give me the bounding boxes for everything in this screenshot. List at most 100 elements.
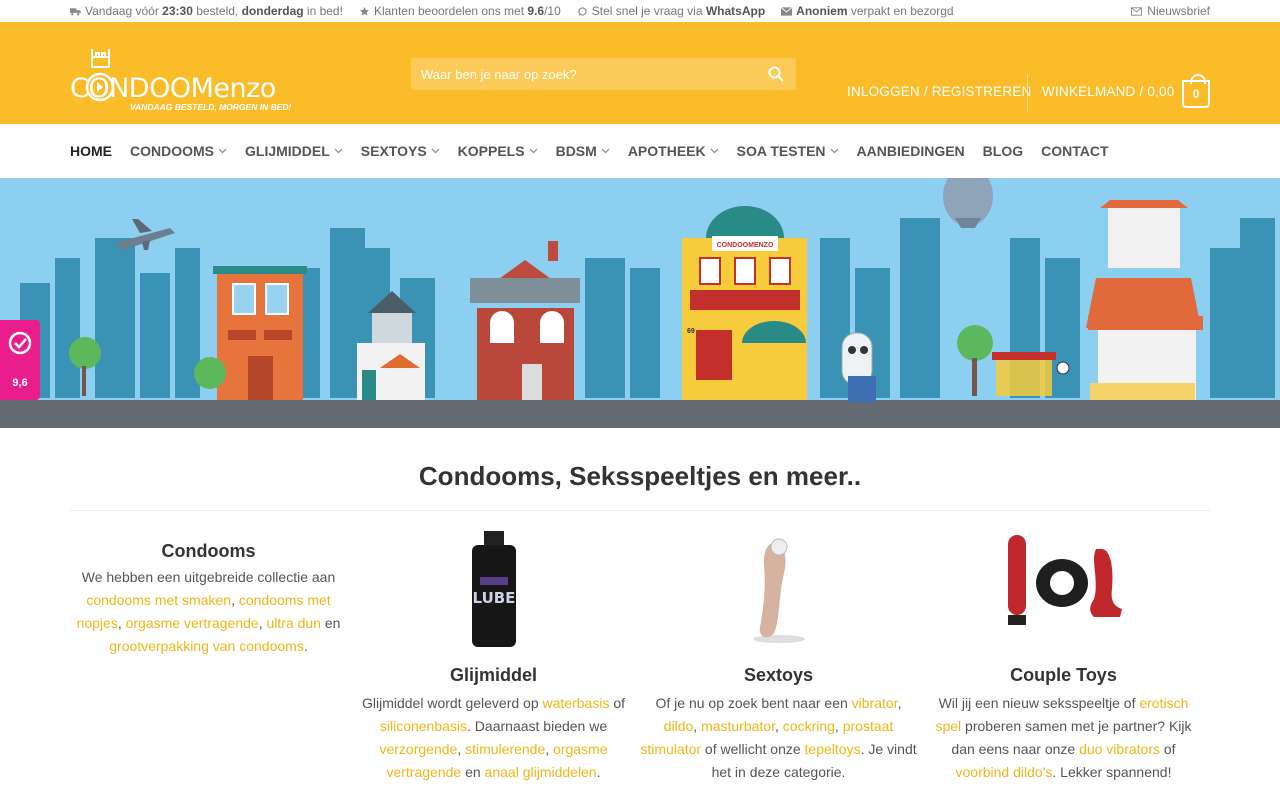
category-title: Condooms: [161, 541, 256, 561]
review-badge[interactable]: 9,6: [0, 320, 40, 400]
nav-item-label: CONDOOMS: [130, 143, 214, 159]
category-text: Glijmiddel wordt geleverd op waterbasis …: [361, 695, 626, 780]
city-illustration: CONDOOMENZO 69: [0, 178, 1280, 428]
cart-link[interactable]: WINKELMAND / 0,00: [1042, 84, 1174, 99]
logo-tagline: VANDAAG BESTELD, MORGEN IN BED!: [130, 102, 292, 112]
envelope-outline-icon: [1131, 6, 1143, 16]
star-icon: [359, 6, 369, 16]
nav-item-bdsm[interactable]: BDSM: [556, 143, 610, 159]
house-number: 69: [687, 328, 695, 335]
link-duo-vibrators[interactable]: duo vibrators: [1079, 741, 1160, 757]
category-couple-toys: Couple Toys Wil jij een nieuw seksspeelt…: [925, 511, 1202, 784]
logo-wordmark: CONDOOMenzo: [70, 73, 276, 104]
category-text: Of je nu op zoek bent naar een vibrator,…: [640, 695, 917, 780]
svg-text:LUBE: LUBE: [472, 589, 515, 607]
nav-item-label: SEXTOYS: [360, 143, 427, 159]
delivery-info: Vandaag vóór 23:30 besteld, donderdag in…: [70, 4, 343, 18]
envelope-icon: [781, 6, 793, 16]
couple-toys-image[interactable]: [1004, 531, 1124, 651]
brick-house: [470, 241, 580, 400]
login-register-link[interactable]: INLOGGEN / REGISTREREN: [847, 84, 1031, 99]
header-divider: [1027, 74, 1028, 112]
shop-sign: CONDOOMENZO: [717, 242, 774, 249]
nav-item-contact[interactable]: CONTACT: [1041, 143, 1108, 159]
orange-house: [213, 266, 307, 400]
cart-count-icon[interactable]: 0: [1182, 74, 1210, 108]
chevron-down-icon: [334, 148, 343, 154]
hot-air-balloon-illustration: [943, 178, 993, 228]
chevron-down-icon: [601, 148, 610, 154]
nav-item-label: SOA TESTEN: [736, 143, 826, 159]
sextoy-image[interactable]: [719, 531, 839, 651]
nav-item-label: HOME: [70, 143, 112, 159]
category-columns: Condooms We hebben een uitgebreide colle…: [70, 511, 1210, 784]
white-house-right: [1086, 200, 1203, 400]
whatsapp-icon: [578, 6, 587, 16]
whatsapp-info[interactable]: Stel snel je vraag via WhatsApp: [577, 4, 765, 18]
link-stimulerende[interactable]: stimulerende: [465, 741, 545, 757]
anonymous-info: Anoniem verpakt en bezorgd: [781, 4, 954, 18]
search-icon: [768, 66, 784, 82]
nav-item-glijmiddel[interactable]: GLIJMIDDEL: [245, 143, 343, 159]
kiyoh-check-icon: [8, 331, 32, 355]
search-input[interactable]: [421, 66, 766, 82]
link-ultra-dun[interactable]: ultra dun: [266, 615, 320, 631]
link-cockring[interactable]: cockring: [783, 718, 835, 734]
category-title: Couple Toys: [1010, 665, 1117, 685]
nav-item-koppels[interactable]: KOPPELS: [458, 143, 538, 159]
chevron-down-icon: [830, 148, 838, 154]
link-condooms-met-smaken[interactable]: condooms met smaken: [86, 592, 231, 608]
link-vibrator[interactable]: vibrator: [852, 695, 898, 711]
link-verzorgende[interactable]: verzorgende: [379, 741, 457, 757]
category-text: Wil jij een nieuw seksspeeltje of erotis…: [935, 695, 1192, 780]
top-info-bar: Vandaag vóór 23:30 besteld, donderdag in…: [0, 0, 1280, 22]
link-grootverpakking[interactable]: grootverpakking van condooms: [109, 638, 304, 654]
nav-item-apotheek[interactable]: APOTHEEK: [628, 143, 719, 159]
category-title: Glijmiddel: [449, 665, 537, 685]
nav-item-condooms[interactable]: CONDOOMS: [130, 143, 227, 159]
condoomenzo-shop: CONDOOMENZO 69: [682, 206, 807, 400]
newsletter-link[interactable]: Nieuwsbrief: [1131, 4, 1210, 18]
review-info: Klanten beoordelen ons met 9.6/10: [359, 4, 561, 18]
hero-banner: CONDOOMENZO 69: [0, 178, 1280, 428]
nav-item-soa-testen[interactable]: SOA TESTEN: [737, 143, 839, 159]
main-nav: HOME CONDOOMS GLIJMIDDEL SEXTOYS KOPPELS BDSM…: [0, 124, 1280, 178]
chevron-down-icon: [710, 148, 719, 154]
nav-item-label: AANBIEDINGEN: [856, 143, 965, 159]
nav-item-label: BDSM: [555, 143, 597, 159]
category-text: We hebben een uitgebreide collectie aan …: [76, 569, 341, 654]
category-condooms: Condooms We hebben een uitgebreide colle…: [70, 511, 347, 784]
nav-item-sextoys[interactable]: SEXTOYS: [361, 143, 440, 159]
lube-bottle-image[interactable]: LUBE: [434, 531, 554, 651]
category-title: Sextoys: [743, 665, 814, 685]
page-title: Condooms, Seksspeeltjes en meer..: [418, 461, 862, 491]
nav-item-label: BLOG: [982, 143, 1024, 159]
airplane-illustration: [115, 219, 175, 250]
nav-item-label: GLIJMIDDEL: [245, 143, 330, 159]
truck-icon: [70, 7, 81, 15]
chevron-down-icon: [218, 148, 227, 154]
category-glijmiddel: LUBE Glijmiddel Glijmiddel wordt gelever…: [355, 511, 632, 784]
nav-item-label: KOPPELS: [457, 143, 525, 159]
nav-item-label: CONTACT: [1041, 143, 1109, 159]
site-header: CONDOOMenzo VANDAAG BESTELD, MORGEN IN B…: [0, 22, 1280, 124]
nav-item-aanbiedingen[interactable]: AANBIEDINGEN: [857, 143, 965, 159]
chevron-down-icon: [529, 148, 538, 154]
nav-item-blog[interactable]: BLOG: [983, 143, 1023, 159]
link-masturbator[interactable]: masturbator: [701, 718, 775, 734]
link-waterbasis[interactable]: waterbasis: [543, 695, 610, 711]
link-orgasme-vertragende[interactable]: orgasme vertragende: [126, 615, 259, 631]
search-box: [411, 58, 796, 90]
link-anaal-glijmiddelen[interactable]: anaal glijmiddelen: [485, 764, 597, 780]
nav-item-label: APOTHEEK: [627, 143, 706, 159]
category-sextoys: Sextoys Of je nu op zoek bent naar een v…: [640, 511, 917, 784]
link-siliconenbasis[interactable]: siliconenbasis: [380, 718, 467, 734]
review-badge-score: 9,6: [12, 377, 28, 389]
chevron-down-icon: [431, 148, 440, 154]
search-button[interactable]: [766, 64, 786, 84]
nav-item-home[interactable]: HOME: [70, 143, 112, 159]
link-tepeltoys[interactable]: tepeltoys: [805, 741, 861, 757]
site-logo[interactable]: CONDOOMenzo VANDAAG BESTELD, MORGEN IN B…: [70, 33, 310, 113]
link-dildo[interactable]: dildo: [664, 718, 694, 734]
link-voorbind-dildos[interactable]: voorbind dildo's: [956, 764, 1053, 780]
